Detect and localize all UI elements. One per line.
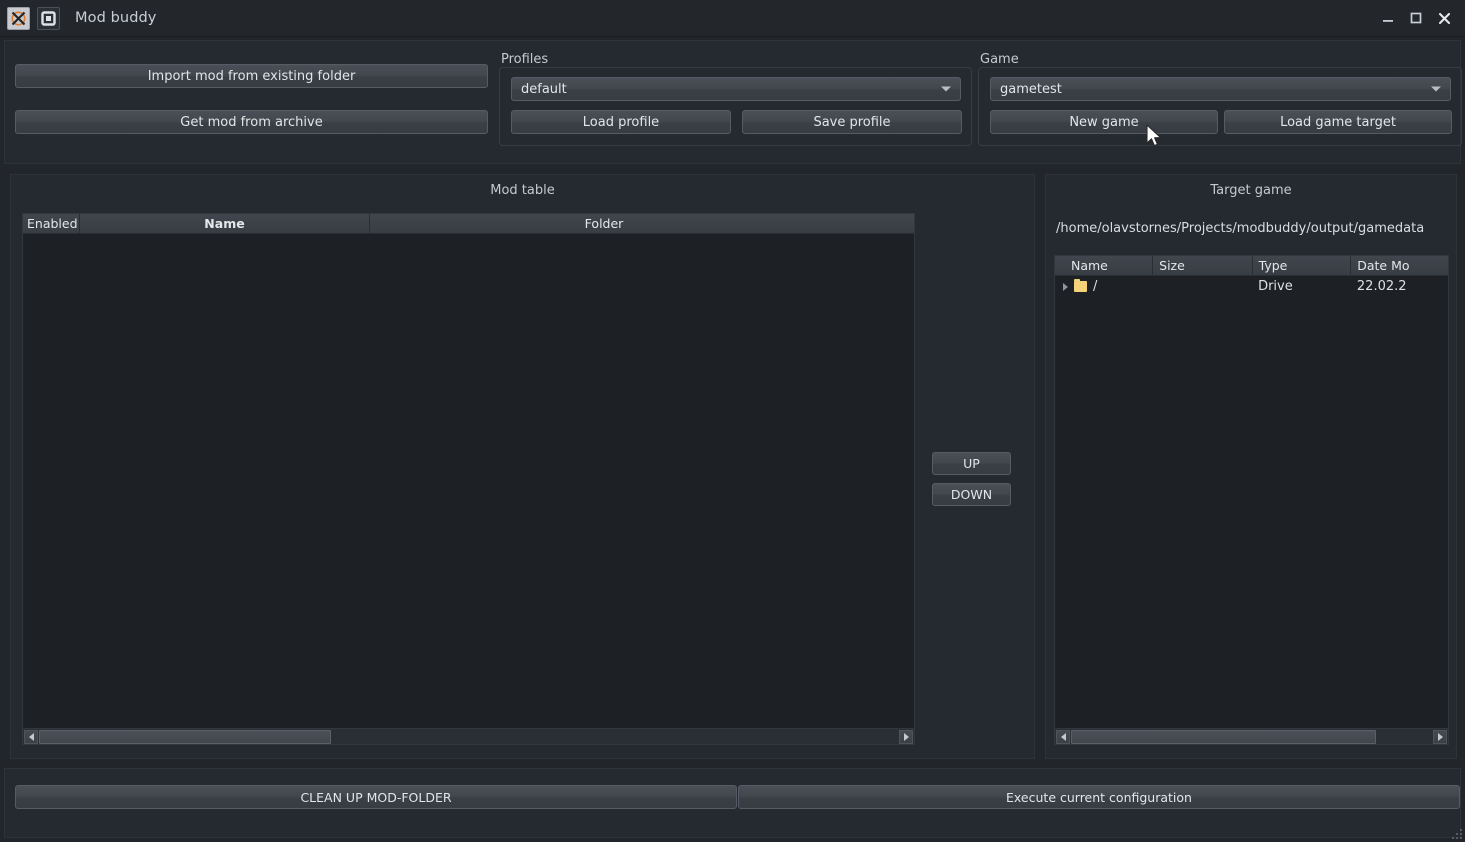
profile-select[interactable]: default [511,77,961,101]
chevron-down-icon [1431,86,1441,92]
get-mod-from-archive-button[interactable]: Get mod from archive [15,110,488,134]
import-mod-button[interactable]: Import mod from existing folder [15,64,488,88]
file-tree-scroll-track[interactable] [1071,729,1432,744]
file-tree-body[interactable]: / Drive 22.02.2 [1055,276,1448,724]
load-game-target-button[interactable]: Load game target [1224,110,1452,134]
mod-table-scroll-track[interactable] [39,729,898,744]
game-select-value: gametest [1000,81,1062,97]
title-bar: Mod buddy [0,0,1465,37]
bottom-action-bar: CLEAN UP MOD-FOLDER Execute current conf… [4,768,1461,838]
resize-grip[interactable] [1448,825,1462,839]
game-select[interactable]: gametest [990,77,1451,101]
expand-arrow-icon[interactable] [1063,282,1068,291]
mod-table-body[interactable] [23,234,914,724]
new-game-button[interactable]: New game [990,110,1218,134]
file-tree-hscrollbar[interactable] [1055,728,1448,744]
close-icon[interactable] [1431,5,1457,31]
column-header-date-modified[interactable]: Date Mo [1351,256,1448,275]
column-header-type[interactable]: Type [1253,256,1352,275]
window-controls [1375,5,1457,31]
game-group-label: Game [980,52,1019,67]
top-toolbar-panel: Import mod from existing folder Get mod … [4,40,1462,164]
window-title: Mod buddy [75,10,157,26]
target-game-path: /home/olavstornes/Projects/modbuddy/outp… [1056,221,1425,236]
profile-select-value: default [521,81,567,97]
target-game-title: Target game [1210,183,1292,198]
target-game-file-tree[interactable]: Name Size Type Date Mo / Drive 22.02.2 [1054,255,1449,745]
target-game-panel: Target game /home/olavstornes/Projects/m… [1045,174,1457,759]
mod-table-panel: Mod table Enabled Name Folder UP DOWN [10,174,1035,759]
file-tree-name-cell[interactable]: / [1055,276,1152,297]
scroll-left-icon[interactable] [24,729,38,744]
file-tree-header: Name Size Type Date Mo [1055,256,1448,276]
load-profile-button[interactable]: Load profile [511,110,731,134]
column-header-name[interactable]: Name [80,214,370,233]
column-header-name[interactable]: Name [1055,256,1154,275]
mod-table[interactable]: Enabled Name Folder [22,213,915,745]
file-tree-date-cell: 22.02.2 [1356,279,1407,294]
clean-up-mod-folder-button[interactable]: CLEAN UP MOD-FOLDER [15,785,737,809]
save-profile-button[interactable]: Save profile [742,110,962,134]
file-tree-type-cell: Drive [1258,279,1293,294]
minimize-icon[interactable] [1375,5,1401,31]
column-header-folder[interactable]: Folder [370,214,914,233]
mod-table-header: Enabled Name Folder [23,214,914,234]
x-app-icon [7,6,30,30]
move-down-button[interactable]: DOWN [932,483,1011,506]
move-up-button[interactable]: UP [932,452,1011,475]
mod-table-title: Mod table [490,183,555,198]
mod-table-hscrollbar[interactable] [23,728,914,744]
file-tree-row-name: / [1093,279,1098,294]
scroll-right-icon[interactable] [899,729,913,744]
chevron-down-icon [941,86,951,92]
file-tree-size-cell [1152,276,1252,297]
window-shape-icon [37,6,60,30]
execute-configuration-button[interactable]: Execute current configuration [738,785,1460,809]
mod-table-scroll-thumb[interactable] [39,729,331,744]
column-header-enabled[interactable]: Enabled [23,214,80,233]
scroll-right-icon[interactable] [1433,729,1447,744]
profiles-group-label: Profiles [501,52,549,67]
file-tree-scroll-thumb[interactable] [1071,729,1376,744]
column-header-size[interactable]: Size [1153,256,1253,275]
maximize-icon[interactable] [1403,5,1429,31]
table-row[interactable]: / Drive 22.02.2 [1055,276,1448,297]
folder-icon [1074,279,1087,292]
scroll-left-icon[interactable] [1056,729,1070,744]
